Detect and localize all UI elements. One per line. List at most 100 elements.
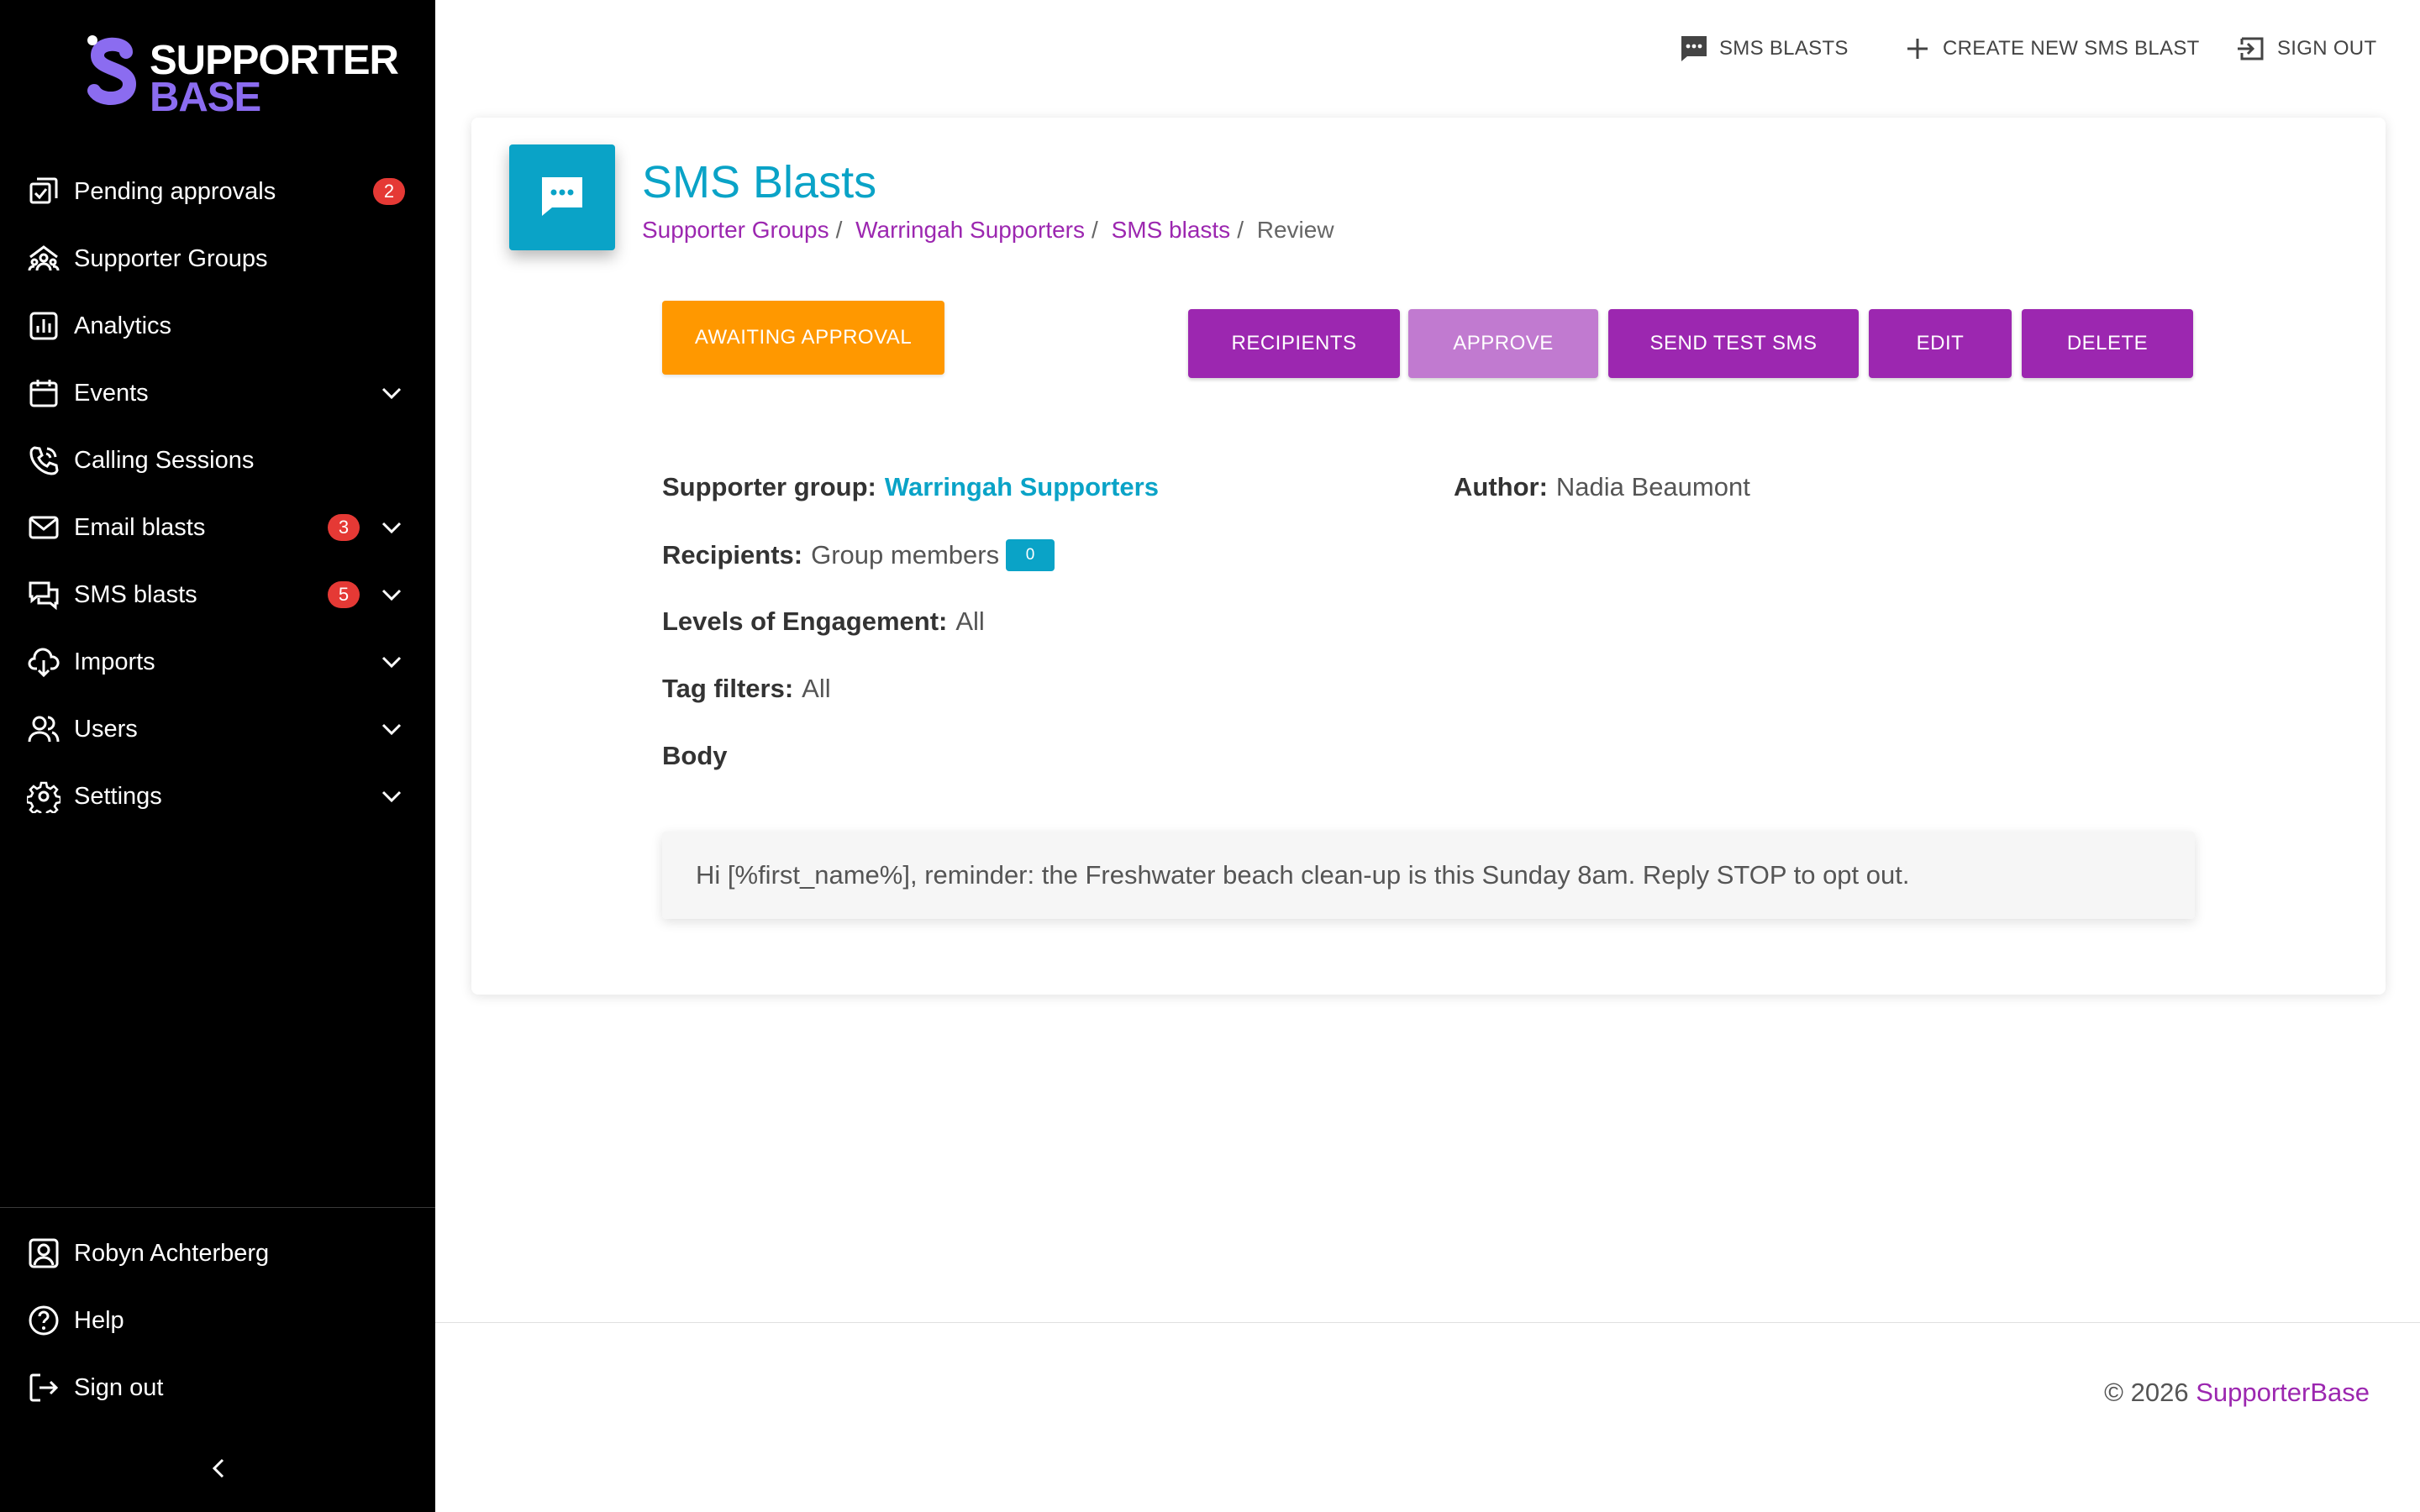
sidebar-item-events[interactable]: Events [0, 360, 435, 427]
logo[interactable]: SUPPORTER BASE [84, 34, 399, 119]
logo-mark-icon [87, 35, 137, 105]
breadcrumb-separator: / [835, 217, 843, 243]
sidebar-item-label: Pending approvals [74, 177, 276, 205]
recipients-count-badge: 0 [1006, 539, 1055, 571]
footer-copyright: © 2026 [2104, 1378, 2189, 1407]
send-test-sms-button[interactable]: SEND TEST SMS [1608, 309, 1859, 378]
engagement-label: Levels of Engagement: [662, 606, 948, 636]
sidebar-item-analytics[interactable]: Analytics [0, 292, 435, 360]
sidebar-item-supporter-groups[interactable]: Supporter Groups [0, 225, 435, 292]
tag-filters-value: All [802, 674, 831, 703]
message-icon [542, 177, 582, 216]
tag-filters-field: Tag filters: All [662, 674, 831, 704]
calendar-icon [29, 380, 58, 407]
chevron-down-icon[interactable] [380, 652, 403, 672]
help-icon [29, 1305, 59, 1336]
sidebar-item-label: Calling Sessions [74, 446, 255, 474]
edit-button[interactable]: EDIT [1869, 309, 2012, 378]
exit-icon [2238, 37, 2264, 60]
sidebar-item-label: Analytics [74, 312, 172, 339]
chevron-down-icon[interactable] [380, 517, 403, 538]
logout-icon [29, 1373, 59, 1402]
gear-icon [27, 781, 60, 813]
sidebar-item-imports[interactable]: Imports [0, 628, 435, 696]
tag-filters-label: Tag filters: [662, 674, 794, 703]
sms-body-text: Hi [%first_name%], reminder: the Freshwa… [696, 860, 1910, 890]
status-badge: AWAITING APPROVAL [662, 301, 944, 375]
phone-icon [29, 446, 59, 475]
chevron-down-icon[interactable] [380, 585, 403, 605]
top-bar: SMS BLASTS CREATE NEW SMS BLAST SIGN OUT [435, 0, 2420, 97]
footer-divider [435, 1322, 2420, 1323]
supporter-group-label: Supporter group: [662, 472, 876, 501]
engagement-value: All [955, 606, 985, 636]
delete-button[interactable]: DELETE [2022, 309, 2193, 378]
breadcrumb-separator: / [1237, 217, 1244, 243]
recipients-field: Recipients: Group members 0 [662, 539, 1055, 571]
chevron-down-icon[interactable] [380, 383, 403, 403]
sidebar-item-account[interactable]: Robyn Achterberg [0, 1220, 435, 1287]
sidebar-item-label: Email blasts [74, 513, 206, 541]
sms-card-icon [509, 144, 615, 250]
sidebar-nav: Pending approvals 2 Supporter Groups Ana… [0, 158, 435, 830]
sidebar-item-calling-sessions[interactable]: Calling Sessions [0, 427, 435, 494]
import-icon [28, 648, 60, 678]
body-label: Body [662, 741, 728, 770]
sidebar-item-label: Events [74, 379, 149, 407]
sidebar-bottom-nav: Robyn Achterberg Help Sign out [0, 1220, 435, 1421]
sidebar-item-help[interactable]: Help [0, 1287, 435, 1354]
chevron-down-icon[interactable] [380, 786, 403, 806]
sidebar-item-settings[interactable]: Settings [0, 763, 435, 830]
sidebar-item-label: Settings [74, 782, 162, 810]
breadcrumb-warringah-supporters[interactable]: Warringah Supporters [855, 217, 1085, 243]
recipients-button[interactable]: RECIPIENTS [1188, 309, 1400, 378]
sidebar-item-label: Robyn Achterberg [74, 1239, 270, 1267]
create-new-sms-blast-button[interactable]: CREATE NEW SMS BLAST [1901, 30, 2200, 67]
supporter-group-link[interactable]: Warringah Supporters [885, 472, 1159, 502]
sidebar-item-email-blasts[interactable]: Email blasts 3 [0, 494, 435, 561]
sidebar-item-label: Users [74, 715, 138, 743]
top-sign-out-button[interactable]: SIGN OUT [2235, 30, 2376, 67]
sms-count-badge: 5 [328, 581, 360, 608]
email-count-badge: 3 [328, 514, 360, 541]
recipients-label: Recipients: [662, 540, 803, 570]
breadcrumb-sms-blasts[interactable]: SMS blasts [1112, 217, 1231, 243]
sidebar-item-pending-approvals[interactable]: Pending approvals 2 [0, 158, 435, 225]
create-new-label: CREATE NEW SMS BLAST [1943, 37, 2200, 60]
top-sign-out-label: SIGN OUT [2277, 37, 2377, 60]
plus-icon [1907, 39, 1928, 59]
author-label: Author: [1454, 472, 1548, 501]
author-field: Author: Nadia Beaumont [1454, 472, 1750, 502]
sidebar-item-label: Help [74, 1306, 124, 1334]
account-icon [29, 1238, 59, 1268]
pending-count-badge: 2 [373, 178, 405, 205]
top-sms-blasts-label: SMS BLASTS [1719, 37, 1849, 60]
approve-button[interactable]: APPROVE [1408, 309, 1598, 378]
users-icon [28, 716, 60, 743]
engagement-field: Levels of Engagement: All [662, 606, 985, 637]
sidebar-item-label: SMS blasts [74, 580, 197, 608]
top-sms-blasts-button[interactable]: SMS BLASTS [1677, 30, 1849, 67]
chevron-down-icon[interactable] [380, 719, 403, 739]
sidebar-item-label: Imports [74, 648, 155, 675]
breadcrumb-supporter-groups[interactable]: Supporter Groups [642, 217, 829, 243]
body-field: Body [662, 741, 736, 771]
recipients-value: Group members [811, 540, 1000, 570]
sidebar-item-users[interactable]: Users [0, 696, 435, 763]
sms-body-box: Hi [%first_name%], reminder: the Freshwa… [662, 832, 2195, 919]
sidebar: SUPPORTER BASE Pending approvals 2 Suppo… [0, 0, 435, 1512]
collapse-sidebar-icon[interactable] [206, 1452, 231, 1485]
footer-brand-link[interactable]: SupporterBase [2196, 1378, 2370, 1407]
author-value: Nadia Beaumont [1555, 472, 1750, 501]
breadcrumb: Supporter Groups / Warringah Supporters / … [642, 217, 1334, 244]
groups-icon [28, 245, 60, 271]
page-title: SMS Blasts [642, 157, 877, 207]
sidebar-item-sms-blasts[interactable]: SMS blasts 5 [0, 561, 435, 628]
supporter-group-field: Supporter group: Warringah Supporters [662, 472, 1159, 502]
chat-icon [29, 581, 59, 611]
sidebar-item-sign-out[interactable]: Sign out [0, 1354, 435, 1421]
sidebar-item-label: Supporter Groups [74, 244, 268, 272]
mail-icon [29, 516, 59, 539]
breadcrumb-current: Review [1256, 217, 1334, 243]
analytics-icon [29, 312, 58, 340]
